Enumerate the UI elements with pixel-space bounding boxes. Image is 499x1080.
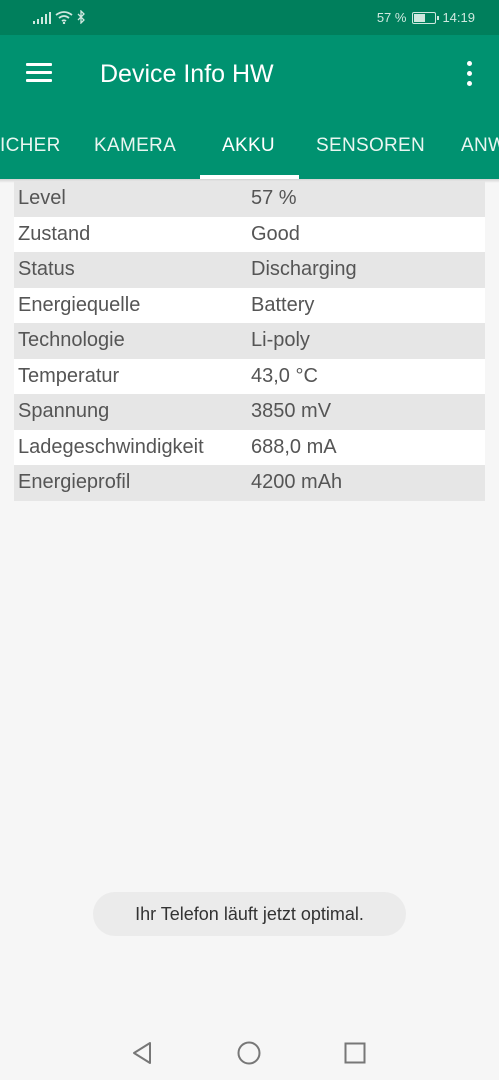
row-value-ladegeschwindigkeit: 688,0 mA bbox=[251, 435, 337, 458]
row-value-status: Discharging bbox=[251, 258, 357, 281]
status-icons-right: 57 % 14:19 bbox=[377, 10, 475, 25]
row-label-zustand: Zustand bbox=[18, 222, 91, 245]
wifi-icon bbox=[55, 11, 73, 24]
tab-sensoren[interactable]: SENSOREN bbox=[316, 135, 425, 157]
battery-icon bbox=[412, 11, 440, 24]
tab-akku[interactable]: AKKU bbox=[222, 135, 275, 157]
toast-message: Ihr Telefon läuft jetzt optimal. bbox=[93, 892, 406, 936]
row-label-ladegeschwindigkeit: Ladegeschwindigkeit bbox=[18, 435, 204, 458]
row-value-level: 57 % bbox=[251, 187, 297, 210]
row-label-energiequelle: Energiequelle bbox=[18, 293, 141, 316]
home-circle-icon[interactable] bbox=[236, 1040, 262, 1066]
row-label-status: Status bbox=[18, 258, 75, 281]
row-label-technologie: Technologie bbox=[18, 329, 125, 352]
row-value-zustand: Good bbox=[251, 222, 300, 245]
table-row: Technologie Li-poly bbox=[14, 323, 485, 359]
table-row: Temperatur 43,0 °C bbox=[14, 358, 485, 394]
signal-icon bbox=[33, 12, 51, 24]
app-title: Device Info HW bbox=[100, 60, 274, 88]
table-row: Spannung 3850 mV bbox=[14, 394, 485, 430]
app-bar: Device Info HW bbox=[0, 35, 499, 115]
table-row: Ladegeschwindigkeit 688,0 mA bbox=[14, 429, 485, 465]
table-row: Status Discharging bbox=[14, 252, 485, 288]
clock: 14:19 bbox=[442, 10, 475, 25]
row-value-energieprofil: 4200 mAh bbox=[251, 471, 343, 494]
tab-speicher[interactable]: ICHER bbox=[0, 135, 61, 157]
table-row: Energiequelle Battery bbox=[14, 287, 485, 323]
battery-percent-text: 57 % bbox=[376, 10, 407, 25]
tab-kamera[interactable]: KAMERA bbox=[94, 135, 176, 157]
status-icons-left bbox=[33, 10, 86, 24]
row-value-technologie: Li-poly bbox=[251, 329, 310, 352]
row-label-temperatur: Temperatur bbox=[18, 364, 120, 387]
row-value-energiequelle: Battery bbox=[251, 293, 315, 316]
recents-square-icon[interactable] bbox=[342, 1040, 368, 1066]
row-value-temperatur: 43,0 °C bbox=[251, 364, 318, 387]
row-label-level: Level bbox=[18, 187, 66, 210]
row-label-energieprofil: Energieprofil bbox=[18, 471, 131, 494]
more-vert-icon[interactable] bbox=[467, 61, 473, 87]
bluetooth-icon bbox=[77, 10, 85, 24]
tab-anwendungen[interactable]: ANW bbox=[461, 135, 499, 157]
status-bar: 57 % 14:19 bbox=[0, 0, 499, 35]
row-label-spannung: Spannung bbox=[18, 400, 110, 423]
battery-fill bbox=[414, 13, 426, 22]
menu-icon[interactable] bbox=[26, 63, 52, 83]
navigation-bar bbox=[0, 1024, 499, 1080]
back-triangle-icon[interactable] bbox=[130, 1040, 156, 1066]
battery-info-table: Level 57 % Zustand Good Status Dischargi… bbox=[14, 181, 485, 501]
table-row: Level 57 % bbox=[14, 181, 485, 217]
tab-bar: ICHER KAMERA AKKU SENSOREN ANW bbox=[0, 115, 499, 179]
table-row: Energieprofil 4200 mAh bbox=[14, 465, 485, 501]
row-value-spannung: 3850 mV bbox=[251, 400, 332, 423]
table-row: Zustand Good bbox=[14, 216, 485, 252]
